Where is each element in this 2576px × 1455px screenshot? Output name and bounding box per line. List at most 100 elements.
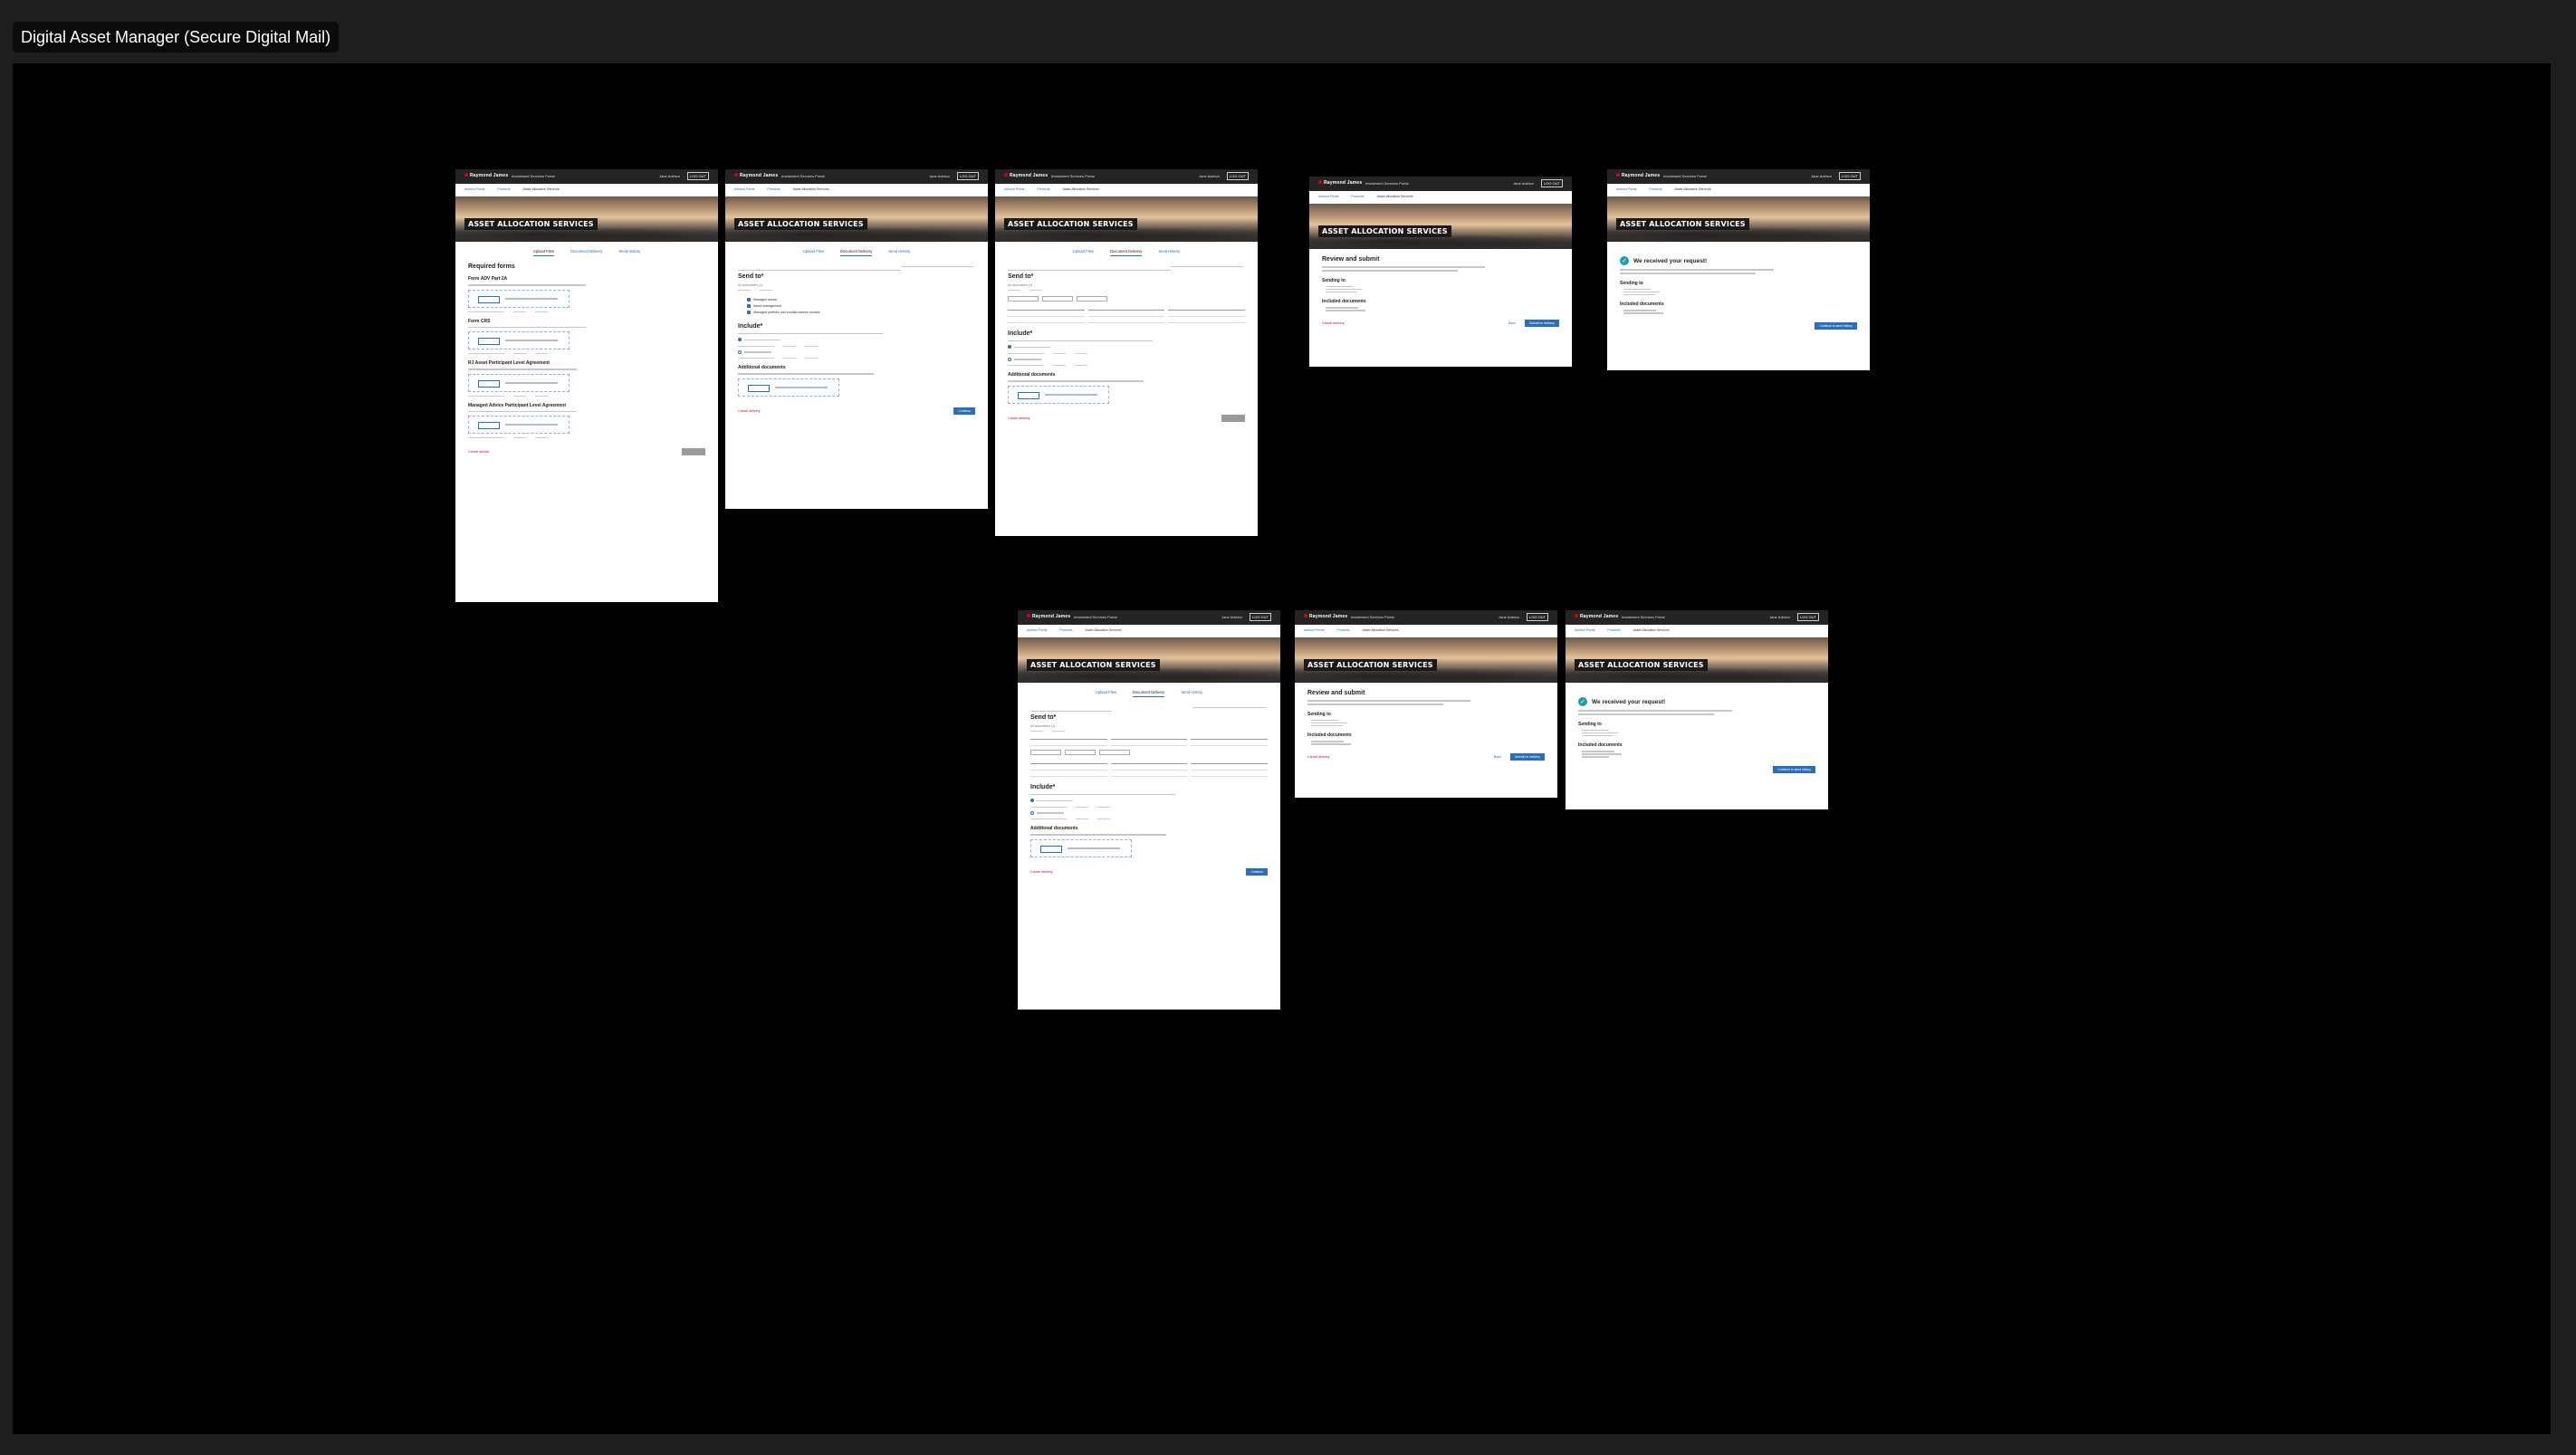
radio-icon[interactable] (1008, 357, 1011, 361)
radio-icon[interactable] (1030, 810, 1034, 815)
back-link[interactable]: Back (1508, 321, 1516, 325)
continue-button[interactable]: Continue (1246, 867, 1268, 876)
checkbox-icon[interactable] (747, 297, 751, 302)
breadcrumb-item[interactable]: Products (1607, 628, 1620, 632)
logout-button[interactable]: LOG OUT (1250, 613, 1271, 621)
file-dropzone[interactable] (468, 331, 570, 349)
review-content: Review and submit Sending to Included do… (1295, 683, 1557, 753)
tab-send-history[interactable]: Send History (1158, 249, 1180, 256)
tab-document-delivery[interactable]: Document Delivery (1132, 690, 1165, 697)
filter-input[interactable] (1099, 749, 1130, 755)
checkbox-icon[interactable] (747, 303, 751, 308)
user-name: Jane Advisor (929, 174, 950, 178)
form-footer: Cancel delivery (995, 414, 1258, 422)
cancel-link[interactable]: Cancel upload (468, 450, 489, 454)
breadcrumb-item[interactable]: Products (1649, 187, 1661, 191)
back-link[interactable]: Back (1494, 755, 1501, 759)
logout-button[interactable]: LOG OUT (1797, 613, 1819, 621)
breadcrumb-item[interactable]: Advisor Portal (1304, 628, 1324, 632)
artboard-confirmation[interactable]: Raymond James Investment Services Portal… (1607, 169, 1870, 370)
logout-button[interactable]: LOG OUT (1839, 172, 1861, 180)
page-heading: Review and submit (1307, 690, 1365, 696)
cancel-link[interactable]: Cancel delivery (1030, 870, 1053, 874)
tab-upload-files[interactable]: Upload Files (1096, 690, 1116, 697)
portal-name: Investment Services Portal (781, 174, 825, 178)
tab-upload-files[interactable]: Upload Files (1073, 249, 1094, 256)
hero-title: ASSET ALLOCATION SERVICES (1616, 218, 1749, 230)
logout-button[interactable]: LOG OUT (957, 172, 979, 180)
filter-input[interactable] (1008, 295, 1039, 302)
send-history-button[interactable]: Continue to send history (1773, 766, 1815, 773)
cancel-link[interactable]: Cancel delivery (1307, 755, 1330, 759)
filter-input[interactable] (1077, 295, 1107, 302)
artboard-review-submit[interactable]: Raymond James Investment Services Portal… (1309, 177, 1572, 367)
breadcrumb-item[interactable]: Products (1037, 187, 1049, 191)
breadcrumb-item[interactable]: Advisor Portal (464, 187, 484, 191)
continue-button-disabled[interactable] (1221, 414, 1245, 422)
filter-input[interactable] (1030, 749, 1061, 755)
form-footer: Cancel delivery Back Submit for delivery (1309, 320, 1572, 327)
breadcrumb-item[interactable]: Advisor Portal (1575, 628, 1594, 632)
continue-button-disabled[interactable] (682, 448, 705, 455)
tab-send-history[interactable]: Send History (888, 249, 910, 256)
logout-button[interactable]: LOG OUT (687, 172, 709, 180)
tab-document-delivery[interactable]: Document Delivery (1109, 249, 1143, 256)
radio-icon[interactable] (738, 338, 742, 342)
file-dropzone[interactable] (468, 289, 570, 308)
breadcrumb-item[interactable]: Products (1059, 628, 1072, 632)
file-dropzone[interactable] (1030, 838, 1132, 857)
tab-document-delivery[interactable]: Document Delivery (839, 249, 873, 256)
cancel-link[interactable]: Cancel delivery (738, 409, 761, 413)
continue-button[interactable]: Continue (953, 407, 975, 415)
submit-button[interactable]: Submit for delivery (1509, 753, 1545, 761)
tab-send-history[interactable]: Send History (618, 249, 640, 256)
radio-icon[interactable] (738, 349, 742, 354)
file-dropzone[interactable] (738, 378, 839, 397)
cancel-link[interactable]: Cancel delivery (1322, 321, 1345, 325)
tab-send-history[interactable]: Send History (1181, 690, 1202, 697)
breadcrumb: Advisor Portal Products Asset Allocation S… (1295, 625, 1557, 637)
filter-input[interactable] (1065, 749, 1096, 755)
breadcrumb-item[interactable]: Advisor Portal (1318, 195, 1338, 198)
breadcrumb-item[interactable]: Advisor Portal (734, 187, 754, 191)
cancel-link[interactable]: Cancel delivery (1008, 416, 1030, 420)
breadcrumb-item[interactable]: Products (767, 187, 780, 191)
breadcrumb-item[interactable]: Advisor Portal (1616, 187, 1636, 191)
option-row[interactable]: Managed portfolio and bundled advice mod… (747, 310, 975, 314)
option-row[interactable]: Managed advice (747, 297, 975, 302)
artboard-review-submit-multi[interactable]: Raymond James Investment Services Portal… (1295, 610, 1557, 798)
radio-icon[interactable] (1030, 799, 1034, 803)
breadcrumb-current: Asset Allocation Services (1062, 187, 1099, 191)
artboard-upload-files[interactable]: Raymond James Investment Services Portal… (455, 169, 718, 602)
artboard-confirmation-multi[interactable]: Raymond James Investment Services Portal… (1566, 610, 1828, 809)
tab-upload-files[interactable]: Upload Files (532, 249, 554, 256)
filter-input[interactable] (1042, 295, 1073, 302)
artboard-document-delivery-multi[interactable]: Raymond James Investment Services Portal… (1018, 610, 1280, 1010)
all-subscribers-label: All subscribers (1) (738, 282, 763, 287)
logo: Raymond James (1318, 180, 1362, 186)
file-dropzone[interactable] (468, 416, 570, 434)
tab-upload-files[interactable]: Upload Files (803, 249, 824, 256)
top-bar: Raymond James Investment Services Portal… (995, 169, 1258, 184)
user-name: Jane Advisor (1769, 615, 1790, 619)
tab-document-delivery[interactable]: Document Delivery (570, 249, 602, 256)
delivery-content: Send to* All subscribers (1) Managed adv… (725, 256, 988, 407)
file-dropzone[interactable] (1008, 385, 1109, 404)
radio-icon[interactable] (1008, 345, 1011, 349)
breadcrumb-item[interactable]: Advisor Portal (1004, 187, 1024, 191)
option-row[interactable]: Asset management (747, 303, 975, 308)
checkbox-icon[interactable] (747, 310, 751, 314)
file-dropzone[interactable] (468, 373, 570, 392)
send-history-button[interactable]: Continue to send history (1815, 322, 1857, 330)
logout-button[interactable]: LOG OUT (1541, 179, 1563, 187)
submit-button[interactable]: Submit for delivery (1524, 320, 1559, 327)
logout-button[interactable]: LOG OUT (1527, 613, 1548, 621)
breadcrumb-item[interactable]: Products (497, 187, 510, 191)
artboard-document-delivery[interactable]: Raymond James Investment Services Portal… (725, 169, 988, 509)
logout-button[interactable]: LOG OUT (1227, 172, 1249, 180)
breadcrumb-item[interactable]: Products (1336, 628, 1349, 632)
breadcrumb-item[interactable]: Advisor Portal (1027, 628, 1047, 632)
artboard-document-delivery-expanded[interactable]: Raymond James Investment Services Portal… (995, 169, 1258, 536)
tab-bar: Upload Files Document Delivery Send Hist… (725, 249, 988, 256)
breadcrumb-item[interactable]: Products (1351, 195, 1364, 198)
